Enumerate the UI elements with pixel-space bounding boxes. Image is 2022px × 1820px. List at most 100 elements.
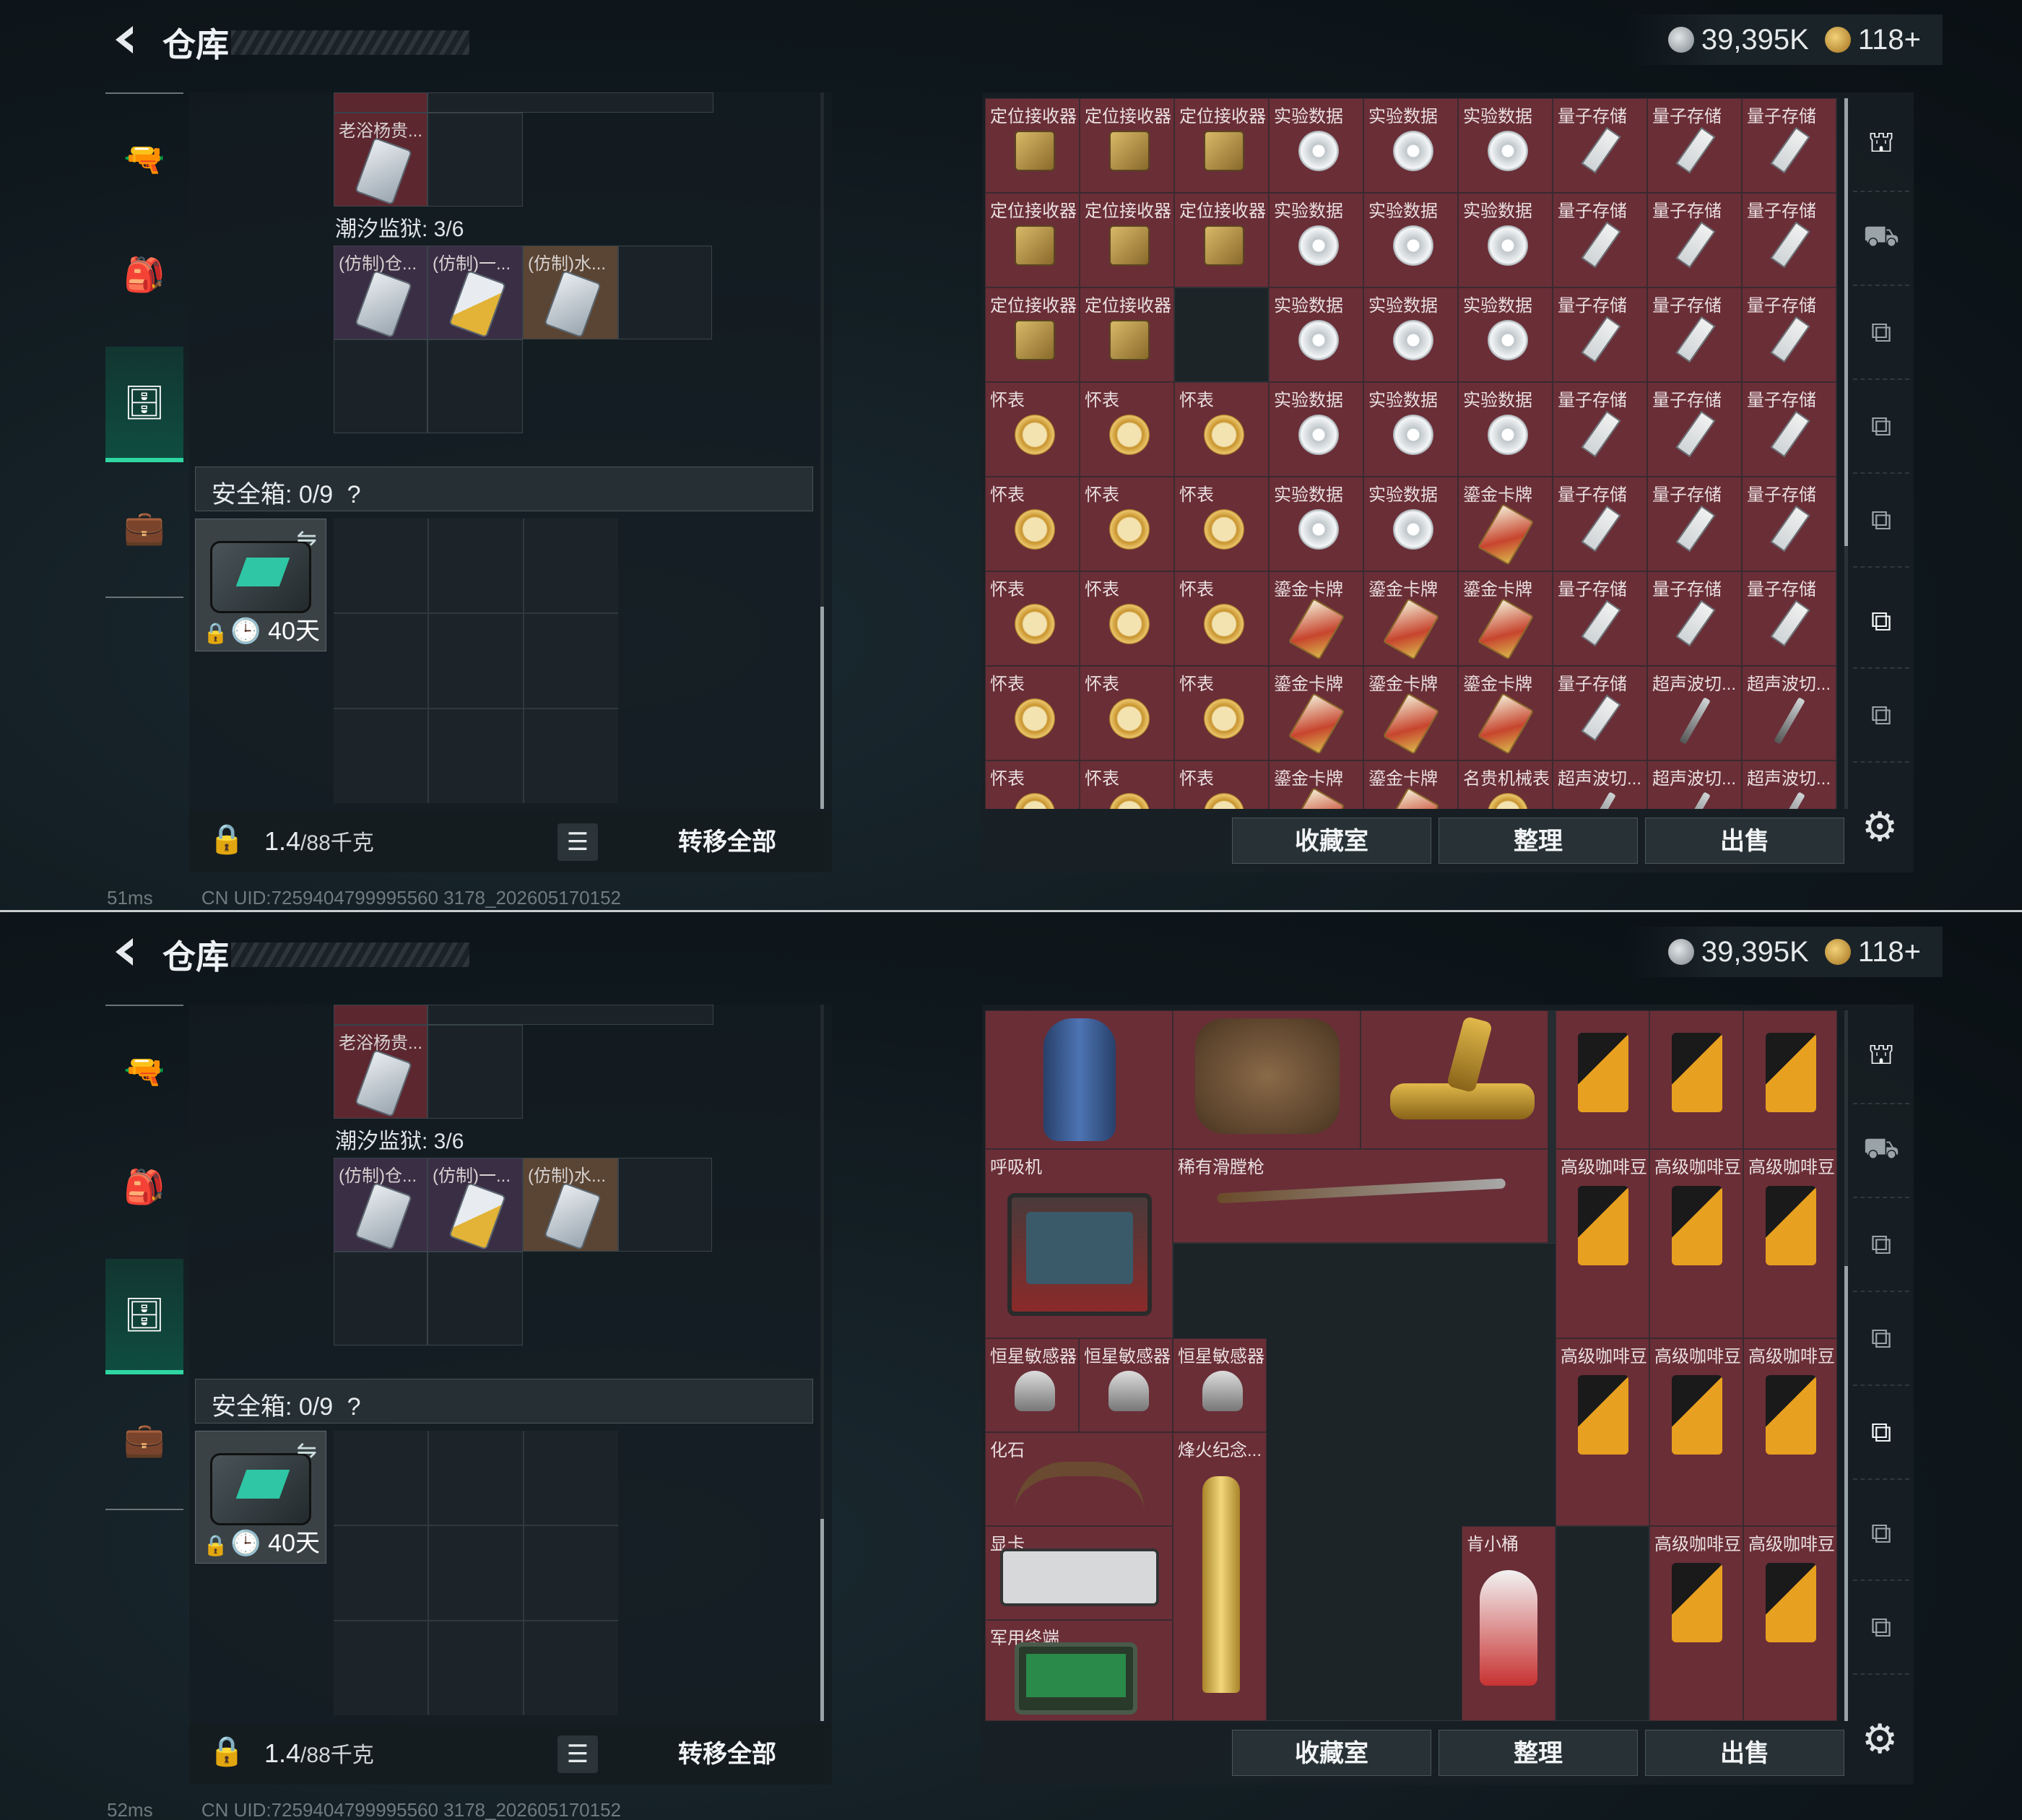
gt-icon[interactable]: ⛟ — [1853, 192, 1909, 286]
inventory-item[interactable]: 量子存储 — [1742, 571, 1836, 666]
coffee-bean-item[interactable]: 高级咖啡豆 — [1743, 1338, 1837, 1526]
coffee-bean-item[interactable]: 高级咖啡豆 — [1649, 1338, 1743, 1526]
item-slot[interactable]: 老浴杨贵... — [334, 113, 428, 207]
inventory-item[interactable]: 名贵机械表 — [1458, 760, 1553, 809]
silver-currency[interactable]: 39,395K — [1667, 24, 1809, 56]
inventory-item[interactable]: 量子存储 — [1553, 666, 1647, 760]
backpack-icon[interactable]: 🎒 — [105, 217, 183, 332]
empty-slot[interactable] — [334, 1252, 428, 1346]
inventory-item[interactable]: 鎏金卡牌 — [1458, 666, 1553, 760]
transfer-all-button[interactable]: 转移全部 — [637, 823, 817, 861]
coffee-bean-item[interactable]: 高级咖啡豆 — [1649, 1526, 1743, 1721]
inventory-item[interactable]: 实验数据 — [1458, 287, 1553, 382]
pistol-icon[interactable]: 🔫 — [105, 101, 183, 217]
inventory-item[interactable]: 鎏金卡牌 — [1363, 666, 1458, 760]
gas-tank-item[interactable] — [985, 1010, 1173, 1149]
trophy-item[interactable]: 烽火纪念... — [1173, 1432, 1267, 1721]
inventory-item[interactable]: 怀表 — [985, 571, 1080, 666]
collection-button[interactable]: 收藏室 — [1232, 818, 1431, 864]
inventory-item[interactable]: 量子存储 — [1553, 98, 1647, 193]
inventory-item[interactable]: 定位接收器 — [985, 287, 1080, 382]
inventory-item[interactable]: 实验数据 — [1363, 98, 1458, 193]
briefcase-icon[interactable]: 💼 — [105, 469, 183, 585]
inventory-item[interactable]: 超声波切... — [1742, 666, 1836, 760]
inventory-item[interactable]: 实验数据 — [1458, 193, 1553, 287]
coffee-bean-item[interactable] — [1743, 1010, 1837, 1149]
item-slot[interactable]: (仿制)水... — [523, 246, 618, 339]
empty-slot[interactable] — [428, 113, 523, 207]
inventory-item[interactable]: 量子存储 — [1553, 287, 1647, 382]
inventory-item[interactable]: 量子存储 — [1647, 287, 1742, 382]
inventory-item[interactable]: 实验数据 — [1269, 287, 1363, 382]
ventilator-item[interactable]: 呼吸机 — [985, 1149, 1173, 1338]
gold-currency[interactable]: 118+ — [1824, 936, 1921, 968]
inventory-item[interactable]: 实验数据 — [1269, 98, 1363, 193]
cam-icon[interactable]: ⧉ — [1853, 286, 1909, 380]
lock-button[interactable]: 🔒 — [205, 1734, 248, 1774]
inventory-item[interactable]: 量子存储 — [1647, 477, 1742, 571]
item-slot[interactable]: 恒星敏感器 — [985, 1338, 1079, 1432]
inventory-item[interactable]: 怀表 — [985, 382, 1080, 477]
inventory-item[interactable]: 鎏金卡牌 — [1269, 666, 1363, 760]
item-slot[interactable]: (仿制)一... — [428, 246, 523, 339]
inventory-item[interactable]: 鎏金卡牌 — [1269, 760, 1363, 809]
empty-slot[interactable] — [1555, 1526, 1649, 1721]
coffee-bean-item[interactable]: 高级咖啡豆 — [1743, 1149, 1837, 1338]
sort-button[interactable]: 整理 — [1439, 1730, 1638, 1776]
inventory-item[interactable]: 定位接收器 — [985, 193, 1080, 287]
inventory-item[interactable]: 实验数据 — [1458, 98, 1553, 193]
inventory-item[interactable]: 实验数据 — [1458, 382, 1553, 477]
inventory-item[interactable]: 怀表 — [985, 666, 1080, 760]
military-terminal-item[interactable]: 军用终端 — [985, 1620, 1173, 1721]
empty-slot[interactable] — [428, 1025, 523, 1119]
gear-icon[interactable]: ⚙ — [1862, 1715, 1898, 1763]
inventory-item[interactable]: 定位接收器 — [1080, 193, 1174, 287]
backpack-icon[interactable]: 🎒 — [105, 1129, 183, 1244]
empty-slot[interactable] — [428, 1252, 523, 1346]
safe-box-grid[interactable] — [334, 519, 618, 803]
inventory-item[interactable]: 实验数据 — [1269, 477, 1363, 571]
gear-icon[interactable]: ⚙ — [1862, 803, 1898, 851]
inventory-item[interactable]: 怀表 — [1174, 571, 1269, 666]
inventory-item[interactable]: 超声波切... — [1647, 666, 1742, 760]
item-slot[interactable]: (仿制)仓... — [334, 246, 428, 339]
inventory-scrollbar-thumb[interactable] — [1844, 98, 1848, 546]
inventory-item[interactable]: 量子存储 — [1647, 571, 1742, 666]
inventory-item[interactable]: 量子存储 — [1742, 193, 1836, 287]
back-arrow-icon[interactable] — [107, 22, 143, 58]
list-button[interactable]: ☰ — [557, 823, 598, 861]
inventory-item[interactable]: 量子存储 — [1742, 98, 1836, 193]
inventory-item[interactable]: 鎏金卡牌 — [1269, 571, 1363, 666]
inventory-item[interactable]: 怀表 — [985, 760, 1080, 809]
inventory-item[interactable]: 怀表 — [1080, 571, 1174, 666]
inventory-item[interactable]: 实验数据 — [1363, 477, 1458, 571]
silver-currency[interactable]: 39,395K — [1667, 936, 1809, 968]
inventory-item[interactable]: 量子存储 — [1553, 382, 1647, 477]
inventory-item[interactable]: 超声波切... — [1553, 760, 1647, 809]
sell-button[interactable]: 出售 — [1645, 818, 1844, 864]
coffee-bean-item[interactable]: 高级咖啡豆 — [1555, 1149, 1649, 1338]
left-scrollbar-thumb[interactable] — [820, 1519, 824, 1721]
inventory-item[interactable]: 超声波切... — [1647, 760, 1742, 809]
inventory-item[interactable]: 实验数据 — [1269, 193, 1363, 287]
inventory-item[interactable]: 量子存储 — [1647, 382, 1742, 477]
inventory-item[interactable]: 量子存储 — [1553, 571, 1647, 666]
empty-slot[interactable] — [428, 339, 523, 433]
lock-button[interactable]: 🔒 — [205, 822, 248, 862]
cam-icon[interactable]: ⧉ — [1853, 669, 1909, 763]
vault-icon[interactable]: ⛫ — [1853, 1010, 1909, 1104]
swap-icon[interactable]: ⇋ — [297, 1436, 318, 1465]
cam-icon[interactable]: ⧉ — [1853, 1198, 1909, 1292]
safe-box-grid[interactable] — [334, 1431, 618, 1715]
collection-button[interactable]: 收藏室 — [1232, 1730, 1431, 1776]
inventory-item[interactable]: 怀表 — [1174, 477, 1269, 571]
inventory-item[interactable]: 定位接收器 — [1080, 98, 1174, 193]
coffee-bean-item[interactable]: 高级咖啡豆 — [1743, 1526, 1837, 1721]
cam-icon[interactable]: ⧉ — [1853, 1487, 1909, 1581]
cam-icon[interactable]: ⧉ — [1853, 1292, 1909, 1386]
help-icon[interactable]: ? — [347, 481, 361, 508]
inventory-item[interactable]: 定位接收器 — [1174, 98, 1269, 193]
swap-icon[interactable]: ⇋ — [297, 524, 318, 552]
item-slot[interactable]: 老浴杨贵... — [334, 1025, 428, 1119]
coffee-bean-item[interactable]: 高级咖啡豆 — [1555, 1338, 1649, 1526]
